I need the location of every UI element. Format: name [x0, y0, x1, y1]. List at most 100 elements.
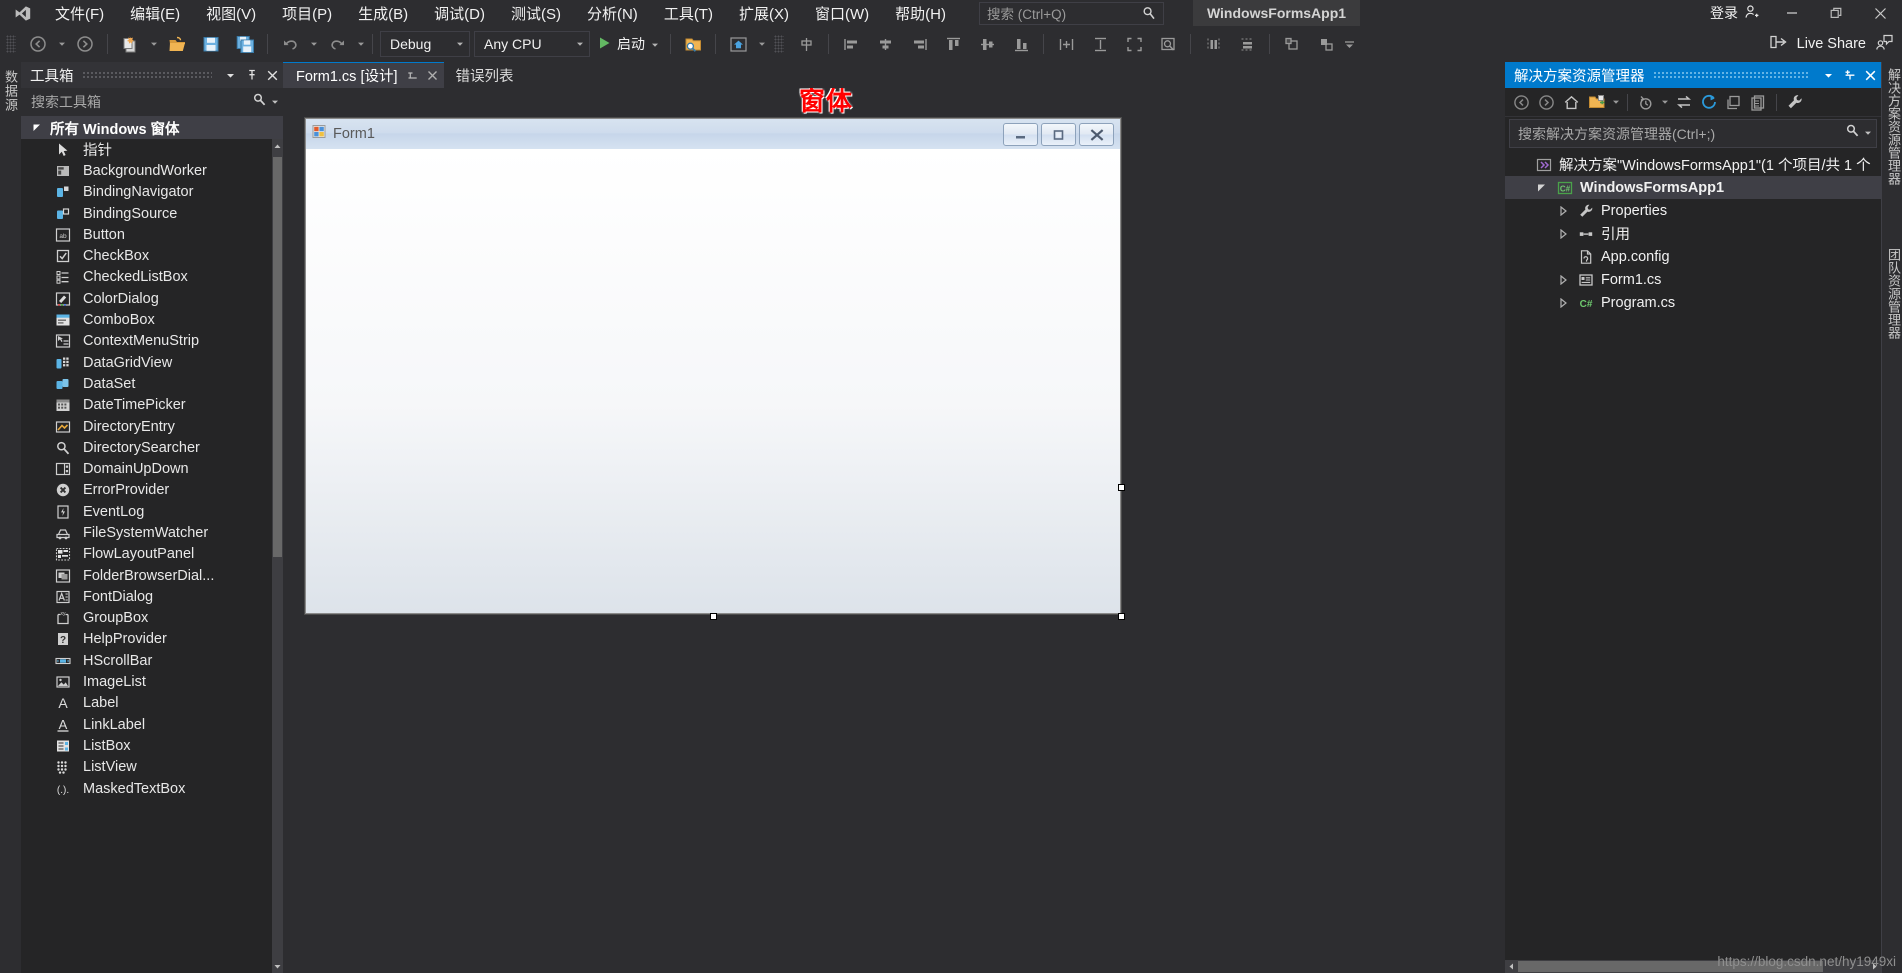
size-to-grid-icon[interactable]: [1151, 30, 1185, 58]
magnifier-icon[interactable]: [1845, 123, 1860, 143]
align-lefts-icon[interactable]: [834, 30, 868, 58]
toolbar-grip[interactable]: [6, 35, 16, 53]
signin-button[interactable]: 登录: [1700, 0, 1770, 26]
toolbox-close-button[interactable]: [262, 64, 283, 86]
bring-to-front-icon[interactable]: [1275, 30, 1309, 58]
new-item-dropdown[interactable]: [147, 30, 160, 58]
tab-form1-designer[interactable]: Form1.cs [设计]: [283, 62, 444, 88]
toolbox-item[interactable]: DirectoryEntry: [21, 416, 283, 437]
scroll-up-icon[interactable]: [272, 139, 283, 153]
make-horizontal-spacing-equal-icon[interactable]: [1196, 30, 1230, 58]
form1-maximize-button[interactable]: [1041, 123, 1076, 146]
toolbox-item[interactable]: ContextMenuStrip: [21, 331, 283, 352]
save-all-icon[interactable]: [228, 30, 262, 58]
collapse-all-icon[interactable]: [1721, 90, 1746, 114]
toolbox-item[interactable]: BindingSource: [21, 203, 283, 224]
toolbox-item[interactable]: ErrorProvider: [21, 480, 283, 501]
toolbox-item[interactable]: ListView: [21, 757, 283, 778]
resize-handle-right[interactable]: [1118, 484, 1125, 491]
scroll-left-icon[interactable]: [1505, 960, 1518, 973]
show-all-files-icon[interactable]: [1584, 90, 1609, 114]
window-minimize-button[interactable]: [1770, 0, 1814, 26]
pending-changes-icon[interactable]: [1633, 90, 1658, 114]
make-same-height-icon[interactable]: [1083, 30, 1117, 58]
toolbox-item[interactable]: CheckedListBox: [21, 267, 283, 288]
solution-platform-combo[interactable]: Any CPU: [474, 31, 590, 57]
triangle-down-icon[interactable]: [1534, 183, 1549, 193]
solution-explorer-node[interactable]: C# WindowsFormsApp1: [1505, 176, 1881, 199]
wrench-icon[interactable]: [1782, 90, 1807, 114]
solution-explorer-node[interactable]: Form1.cs: [1505, 268, 1881, 291]
save-icon[interactable]: [194, 30, 228, 58]
align-centers-icon[interactable]: [868, 30, 902, 58]
menu-analyze[interactable]: 分析(N): [574, 0, 651, 26]
toolbox-drag-dots[interactable]: [81, 71, 212, 79]
find-in-files-icon[interactable]: [676, 30, 710, 58]
navigate-forward-icon[interactable]: [1534, 90, 1559, 114]
toolbox-item[interactable]: ? HelpProvider: [21, 629, 283, 650]
toolbox-item[interactable]: ListBox: [21, 735, 283, 756]
designer-toolbar-grip[interactable]: [774, 35, 784, 53]
chevron-right-icon[interactable]: [1555, 228, 1570, 239]
open-folder-icon[interactable]: [160, 30, 194, 58]
toolbox-search-input[interactable]: 搜索工具箱: [21, 88, 283, 117]
align-middles-icon[interactable]: [970, 30, 1004, 58]
redo-dropdown[interactable]: [354, 30, 367, 58]
toolbox-item[interactable]: BindingNavigator: [21, 182, 283, 203]
toolbox-item[interactable]: (.). MaskedTextBox: [21, 778, 283, 799]
menu-help[interactable]: 帮助(H): [882, 0, 959, 26]
undo-dropdown[interactable]: [307, 30, 320, 58]
vertical-tab-solution-explorer[interactable]: 解决方案资源管理器: [1884, 68, 1902, 185]
chevron-right-icon[interactable]: [1555, 297, 1570, 308]
menu-build[interactable]: 生成(B): [345, 0, 421, 26]
live-share-label[interactable]: Live Share: [1797, 36, 1866, 52]
feedback-person-icon[interactable]: [1875, 33, 1894, 56]
tab-error-list[interactable]: 错误列表: [444, 62, 526, 88]
start-debug-button[interactable]: 启动: [592, 30, 665, 58]
scroll-down-icon[interactable]: [272, 959, 283, 973]
align-bottoms-icon[interactable]: [1004, 30, 1038, 58]
menu-project[interactable]: 项目(P): [269, 0, 345, 26]
form1-minimize-button[interactable]: [1003, 123, 1038, 146]
show-all-files-dropdown[interactable]: [1609, 90, 1622, 114]
navigate-back-icon[interactable]: [21, 30, 55, 58]
solution-explorer-node[interactable]: C# Program.cs: [1505, 291, 1881, 314]
toolbox-item[interactable]: 指针: [21, 139, 283, 160]
refresh-icon[interactable]: [1696, 90, 1721, 114]
send-to-back-icon[interactable]: [1309, 30, 1343, 58]
home-dropdown[interactable]: [755, 30, 768, 58]
toolbox-item[interactable]: ab Button: [21, 224, 283, 245]
solution-explorer-dropdown-button[interactable]: [1818, 64, 1839, 86]
toolbox-item[interactable]: EventLog: [21, 501, 283, 522]
solution-explorer-search-dropdown-icon[interactable]: [1864, 124, 1872, 142]
toolbox-scroll-thumb[interactable]: [273, 157, 282, 557]
make-same-width-icon[interactable]: [1049, 30, 1083, 58]
toolbox-item[interactable]: A LinkLabel: [21, 714, 283, 735]
toolbox-item[interactable]: HScrollBar: [21, 650, 283, 671]
tab-order-icon[interactable]: [789, 30, 823, 58]
quick-launch-search[interactable]: 搜索 (Ctrl+Q): [978, 1, 1164, 25]
toolbox-item[interactable]: FlowLayoutPanel: [21, 544, 283, 565]
resize-handle-bottom-right[interactable]: [1118, 613, 1125, 620]
toolbox-group-all-windows-forms[interactable]: 所有 Windows 窗体: [21, 117, 283, 139]
vertical-tab-data-sources[interactable]: 数据源: [1, 70, 20, 112]
toolbox-search-dropdown-icon[interactable]: [271, 93, 279, 111]
solution-explorer-node[interactable]: 解决方案"WindowsFormsApp1"(1 个项目/共 1 个: [1505, 153, 1881, 176]
toolbox-item[interactable]: FontDialog: [21, 586, 283, 607]
chevron-right-icon[interactable]: [1555, 205, 1570, 216]
toolbar-overflow-icon[interactable]: [1343, 30, 1356, 58]
toolbox-item[interactable]: CheckBox: [21, 245, 283, 266]
solution-explorer-drag-dots[interactable]: [1652, 71, 1810, 79]
toolbox-item[interactable]: DataGridView: [21, 352, 283, 373]
form1-client-area[interactable]: [306, 149, 1120, 613]
menu-window[interactable]: 窗口(W): [802, 0, 882, 26]
sync-with-active-document-icon[interactable]: [1671, 90, 1696, 114]
toolbox-dropdown-button[interactable]: [220, 64, 241, 86]
toolbox-item[interactable]: DataSet: [21, 373, 283, 394]
menu-extensions[interactable]: 扩展(X): [726, 0, 802, 26]
undo-icon[interactable]: [273, 30, 307, 58]
solution-explorer-search-input[interactable]: 搜索解决方案资源管理器(Ctrl+;): [1509, 119, 1877, 148]
redo-icon[interactable]: [320, 30, 354, 58]
toolbox-item[interactable]: ImageList: [21, 671, 283, 692]
form-designer-surface[interactable]: 窗体 Form1: [283, 88, 1505, 973]
